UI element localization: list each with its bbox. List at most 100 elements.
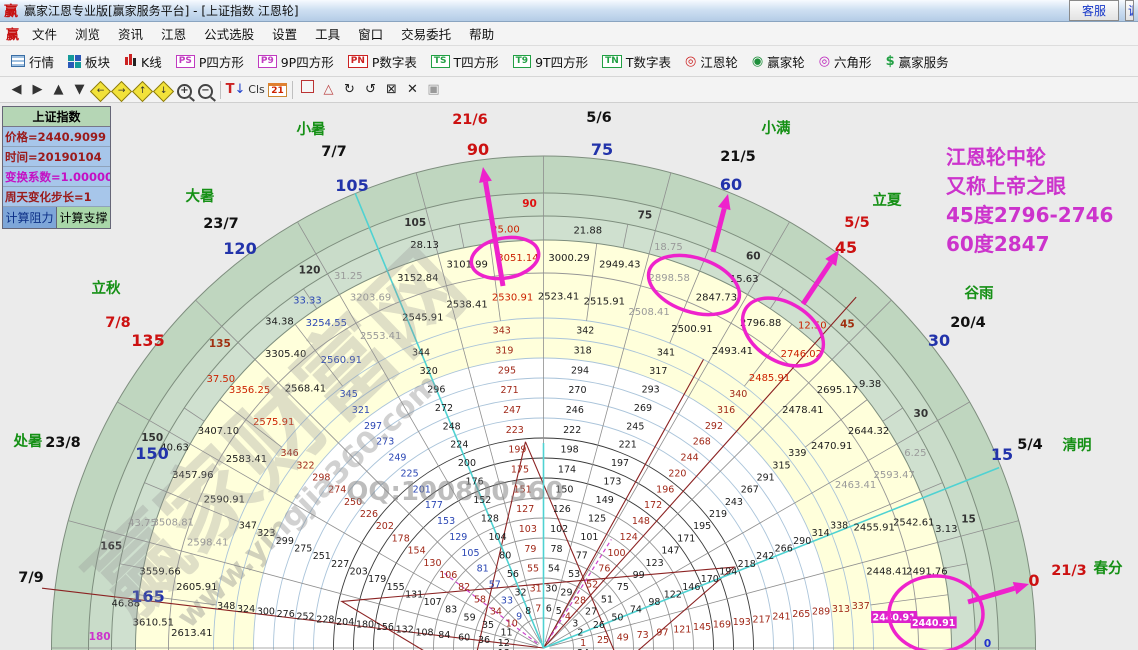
- svg-text:90: 90: [522, 198, 537, 210]
- svg-text:317: 317: [649, 366, 667, 377]
- menu-设置[interactable]: 设置: [263, 24, 306, 43]
- toolbar-item-winner-wheel[interactable]: ◉赢家轮: [745, 46, 812, 76]
- toolbar-item-t-square[interactable]: TST四方形: [424, 46, 506, 76]
- calc-resistance-button[interactable]: 计算阻力: [3, 207, 57, 228]
- svg-text:155: 155: [387, 582, 405, 593]
- toolbar-item-9t-square[interactable]: T99T四方形: [506, 46, 596, 76]
- svg-text:149: 149: [596, 495, 614, 506]
- menu-江恩[interactable]: 江恩: [152, 24, 195, 43]
- tool-screen[interactable]: ▣: [423, 80, 444, 100]
- menu-窗口[interactable]: 窗口: [349, 24, 392, 43]
- svg-text:169: 169: [713, 620, 731, 631]
- svg-text:135: 135: [209, 338, 231, 350]
- svg-text:15: 15: [991, 445, 1013, 464]
- tool-zoom-out[interactable]: −: [195, 80, 216, 100]
- customer-service-button[interactable]: 客服: [1069, 0, 1119, 21]
- menu-公式选股[interactable]: 公式选股: [195, 24, 263, 43]
- svg-text:266: 266: [775, 544, 793, 555]
- svg-text:35: 35: [482, 620, 494, 631]
- svg-text:131: 131: [405, 589, 423, 600]
- svg-text:267: 267: [741, 485, 759, 496]
- menu-工具[interactable]: 工具: [306, 24, 349, 43]
- hexagon-icon: ◎: [819, 55, 830, 68]
- main-toolbar: 行情板块K线PSP四方形P99P四方形PNP数字表TST四方形T99T四方形TN…: [0, 46, 1138, 77]
- tool-shift-right[interactable]: →: [111, 80, 132, 100]
- svg-text:7: 7: [535, 603, 541, 614]
- svg-text:243: 243: [725, 497, 743, 508]
- tool-converge[interactable]: ✕: [402, 80, 423, 100]
- svg-text:57: 57: [489, 580, 501, 591]
- tool-zoom-in[interactable]: +: [174, 80, 195, 100]
- tool-sort-time[interactable]: T↓: [225, 80, 246, 100]
- svg-text:197: 197: [611, 458, 629, 469]
- svg-text:处暑: 处暑: [13, 432, 43, 450]
- tool-rotate-cw[interactable]: ↻: [339, 80, 360, 100]
- svg-text:33: 33: [501, 595, 513, 606]
- svg-text:173: 173: [603, 477, 621, 488]
- toolbar-item-quotes[interactable]: 行情: [4, 46, 61, 76]
- svg-text:105: 105: [461, 548, 479, 559]
- tool-box-x[interactable]: ⊠: [381, 80, 402, 100]
- calc-support-button[interactable]: 计算支撑: [57, 207, 110, 228]
- tool-rotate-ccw[interactable]: ↺: [360, 80, 381, 100]
- svg-text:220: 220: [668, 468, 686, 479]
- gann-wheel-icon: ◎: [685, 55, 696, 68]
- svg-text:春分: 春分: [1094, 559, 1123, 577]
- toolbar-item-winner-service[interactable]: $赢家服务: [879, 46, 956, 76]
- menu-logo-icon: 赢: [6, 24, 19, 43]
- svg-text:79: 79: [524, 544, 536, 555]
- menu-文件[interactable]: 文件: [23, 24, 66, 43]
- tool-nav-up[interactable]: ▲: [48, 80, 69, 100]
- svg-text:199: 199: [508, 445, 526, 456]
- svg-text:75: 75: [617, 582, 629, 593]
- menu-资讯[interactable]: 资讯: [109, 24, 152, 43]
- tool-shift-left[interactable]: ←: [90, 80, 111, 100]
- toolbar-item-p-square[interactable]: PSP四方形: [169, 46, 251, 76]
- svg-text:4: 4: [565, 611, 571, 622]
- toolbar-item-p-table[interactable]: PNP数字表: [341, 46, 424, 76]
- panel-title: 上证指数: [3, 107, 110, 127]
- svg-text:30: 30: [545, 584, 557, 595]
- svg-text:313: 313: [832, 604, 850, 615]
- svg-text:2695.17: 2695.17: [817, 385, 858, 396]
- toolbar-item-hexagon[interactable]: ◎六角形: [812, 46, 879, 76]
- clipped-button[interactable]: 调: [1125, 0, 1134, 21]
- tool-shape-square[interactable]: [297, 80, 318, 100]
- tool-shift-up[interactable]: ↑: [132, 80, 153, 100]
- svg-text:245: 245: [626, 421, 644, 432]
- t-table-icon: TN: [602, 55, 622, 68]
- toolbar-item-t-table[interactable]: TNT数字表: [595, 46, 678, 76]
- tool-nav-down[interactable]: ▼: [69, 80, 90, 100]
- svg-text:84: 84: [438, 630, 450, 641]
- tool-cls[interactable]: Cls: [246, 80, 267, 100]
- svg-text:179: 179: [368, 574, 386, 585]
- toolbar-item-kline[interactable]: K线: [117, 46, 169, 76]
- toolbar-item-9p-square[interactable]: P99P四方形: [251, 46, 341, 76]
- svg-text:73: 73: [637, 630, 649, 641]
- svg-text:45: 45: [840, 318, 855, 330]
- menu-交易委托[interactable]: 交易委托: [392, 24, 460, 43]
- menu-帮助[interactable]: 帮助: [460, 24, 503, 43]
- toolbar-item-gann-wheel[interactable]: ◎江恩轮: [678, 46, 745, 76]
- t-square-label: T四方形: [454, 52, 499, 71]
- svg-text:123: 123: [645, 558, 663, 569]
- tool-nav-right[interactable]: ▶: [27, 80, 48, 100]
- menu-浏览[interactable]: 浏览: [66, 24, 109, 43]
- svg-text:222: 222: [563, 425, 581, 436]
- tool-nav-left[interactable]: ◀: [6, 80, 27, 100]
- svg-text:129: 129: [449, 532, 467, 543]
- svg-text:12: 12: [498, 638, 510, 649]
- tool-shape-triangle[interactable]: △: [318, 80, 339, 100]
- gann-note-annotation: 江恩轮中轮又称上帝之眼45度2796-274660度2847: [946, 143, 1113, 259]
- svg-text:2530.91: 2530.91: [492, 292, 533, 303]
- svg-text:3: 3: [572, 619, 578, 630]
- tool-shift-down[interactable]: ↓: [153, 80, 174, 100]
- svg-text:340: 340: [729, 389, 747, 400]
- svg-text:2440.91: 2440.91: [912, 618, 955, 629]
- svg-text:21/6: 21/6: [452, 112, 488, 128]
- svg-text:52: 52: [586, 580, 598, 591]
- toolbar-item-sectors[interactable]: 板块: [61, 46, 117, 76]
- svg-text:9.38: 9.38: [859, 379, 881, 390]
- tool-calendar[interactable]: 21: [267, 80, 288, 100]
- p-square-icon: PS: [176, 55, 195, 68]
